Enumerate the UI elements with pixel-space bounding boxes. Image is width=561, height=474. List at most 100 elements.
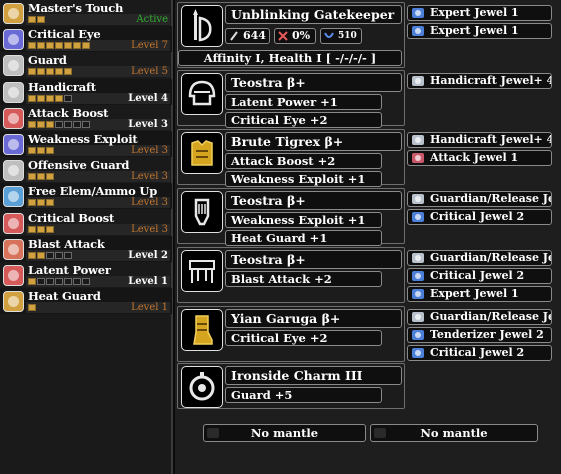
skill-row[interactable]: Weakness Exploit Level 3: [0, 131, 172, 157]
skill-name: Offensive Guard: [28, 158, 130, 173]
skill-row[interactable]: Heat Guard Level 1: [0, 288, 172, 315]
skill-pip: [46, 94, 54, 102]
skill-row[interactable]: Master's Touch Active: [0, 0, 172, 26]
decoration-slot[interactable]: Attack Jewel 1: [407, 150, 552, 166]
chest-icon: [181, 132, 223, 174]
decoration-slot[interactable]: Handicraft Jewel+ 4: [407, 132, 552, 148]
decoration-slot[interactable]: Handicraft Jewel+ 4: [407, 73, 552, 89]
jewel-icon: [412, 153, 424, 163]
skill-level: Level 3: [131, 197, 168, 209]
element-value: 510: [338, 31, 357, 41]
skill-pip: [82, 42, 90, 50]
skill-pip: [64, 278, 72, 285]
skill-summary-panel: Master's Touch Active Critical Eye Level 7G…: [0, 0, 173, 474]
decoration-label: Critical Jewel 2: [430, 210, 525, 223]
latent-power-icon: [3, 265, 24, 286]
skill-level: Active: [136, 14, 168, 25]
skill-row[interactable]: Free Elem/Ammo Up Level 3: [0, 183, 172, 210]
skill-pip: [46, 251, 54, 259]
helm-icon: [181, 73, 223, 115]
decoration-label: Critical Jewel 2: [430, 346, 525, 359]
weapon-slot-2[interactable]: Expert Jewel 1: [407, 23, 552, 39]
skill-row[interactable]: Blast Attack Level 2: [0, 235, 172, 262]
jewel-icon: [412, 26, 424, 36]
skill-level: Level 3: [128, 118, 168, 130]
armor-name[interactable]: Teostra β+: [225, 250, 402, 269]
decoration-slot[interactable]: Expert Jewel 1: [407, 286, 552, 302]
skill-row[interactable]: Critical Eye Level 7: [0, 26, 172, 53]
jewel-icon: [412, 330, 424, 340]
skill-pip: [73, 120, 81, 128]
skill-pip: [37, 147, 45, 154]
armor-skill: Attack Boost +2: [225, 153, 382, 169]
jewel-icon: [412, 348, 424, 358]
mantle-icon: [207, 428, 219, 438]
skill-pip: [46, 147, 54, 154]
heat-guard-icon: [3, 291, 24, 313]
decoration-slot[interactable]: Tenderizer Jewel 2: [407, 327, 552, 343]
skill-pip: [73, 278, 81, 285]
jewel-icon: [412, 8, 424, 18]
skill-pip: [37, 278, 45, 285]
armor-name[interactable]: Brute Tigrex β+: [225, 132, 402, 151]
skill-row[interactable]: Guard Level 5: [0, 52, 172, 78]
skill-pip: [28, 68, 36, 76]
weakness-exploit-icon: [3, 134, 24, 155]
skill-name: Free Elem/Ammo Up: [28, 184, 158, 199]
charm-name[interactable]: Ironside Charm III: [225, 366, 402, 385]
blast-attack-icon: [3, 238, 24, 260]
skill-level: Level 7: [131, 40, 168, 52]
armor-name[interactable]: Teostra β+: [225, 73, 402, 92]
skill-pips: [28, 173, 54, 181]
decoration-slot[interactable]: Critical Jewel 2: [407, 345, 552, 361]
guard-icon: [3, 55, 24, 77]
skill-row[interactable]: Attack Boost Level 3: [0, 105, 172, 131]
skill-level: Level 2: [128, 249, 168, 261]
skill-pips: [28, 147, 54, 155]
affinity-stat: 0%: [274, 28, 316, 44]
skill-row[interactable]: Critical Boost Level 3: [0, 210, 172, 236]
skill-pip: [82, 278, 90, 285]
skill-pip: [55, 120, 63, 128]
skill-pips: [28, 278, 90, 286]
lance-icon: [181, 5, 223, 47]
skill-name: Heat Guard: [28, 289, 101, 304]
skill-pip: [28, 278, 36, 285]
armor-skill: Weakness Exploit +1: [225, 212, 382, 228]
skill-pip: [55, 251, 63, 259]
decoration-slot[interactable]: Guardian/Release Jewel: [407, 191, 552, 207]
skill-level: Level 3: [131, 171, 168, 183]
skill-pip: [37, 94, 45, 102]
attack-value: 644: [243, 29, 266, 42]
skill-pip: [28, 304, 36, 312]
skill-pip: [37, 251, 45, 259]
jewel-icon: [412, 289, 424, 299]
decoration-slot[interactable]: Guardian/Release Jewel: [407, 309, 552, 325]
decoration-slot[interactable]: Guardian/Release Jewel: [407, 250, 552, 266]
skill-pips: [28, 68, 72, 76]
skill-pip: [82, 120, 90, 128]
skill-level: Level 1: [131, 302, 168, 314]
skill-pip: [28, 120, 36, 128]
skill-pip: [28, 173, 36, 181]
armor-skill: Heat Guard +1: [225, 230, 382, 246]
skill-name: Blast Attack: [28, 236, 105, 251]
skill-pip: [46, 199, 54, 207]
decoration-slot[interactable]: Critical Jewel 2: [407, 268, 552, 284]
armor-name[interactable]: Teostra β+: [225, 191, 402, 210]
mantle-slot-1[interactable]: No mantle: [203, 424, 366, 442]
critical-eye-icon: [3, 29, 24, 51]
mantle-slot-2[interactable]: No mantle: [370, 424, 538, 442]
skill-pip: [64, 94, 72, 102]
skill-row[interactable]: Latent Power Level 1: [0, 262, 172, 288]
jewel-icon: [412, 194, 424, 204]
armor-name[interactable]: Yian Garuga β+: [225, 309, 402, 328]
weapon-slot-1[interactable]: Expert Jewel 1: [407, 5, 552, 21]
skill-row[interactable]: Offensive Guard Level 3: [0, 157, 172, 183]
skill-row[interactable]: Handicraft Level 4: [0, 78, 172, 105]
decoration-slot[interactable]: Critical Jewel 2: [407, 209, 552, 225]
skill-pip: [46, 225, 54, 233]
skill-pip: [37, 199, 45, 207]
skill-pip: [28, 42, 36, 50]
weapon-name[interactable]: Unblinking Gatekeeper: [225, 5, 402, 24]
